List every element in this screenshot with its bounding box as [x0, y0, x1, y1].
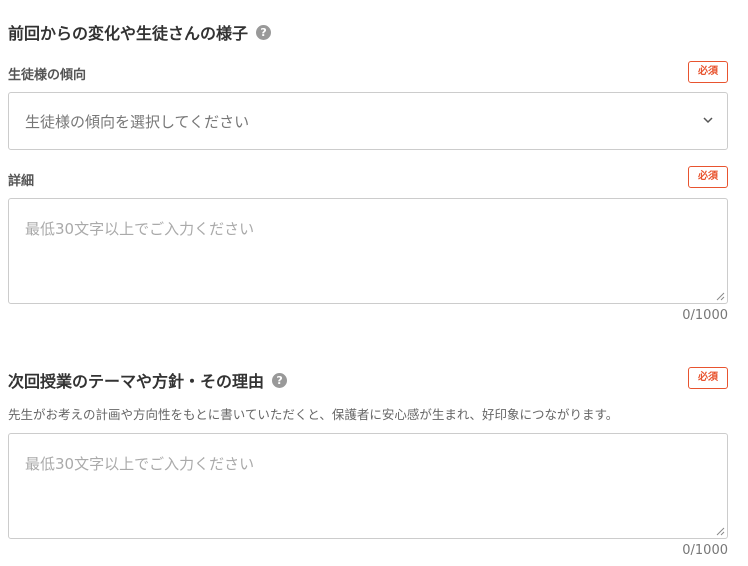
tendency-select[interactable]: 生徒様の傾向を選択してください [8, 92, 728, 150]
next-lesson-textarea[interactable]: 最低30文字以上でご入力ください [8, 433, 728, 539]
details-label: 詳細 [8, 174, 35, 189]
required-badge: 必須 [688, 61, 728, 83]
tendency-select-value: 生徒様の傾向を選択してください [25, 113, 250, 131]
section-title-text: 前回からの変化や生徒さんの様子 [8, 24, 249, 43]
details-char-counter: 0/1000 [682, 308, 728, 323]
details-placeholder: 最低30文字以上でご入力ください [25, 220, 255, 238]
required-badge: 必須 [688, 166, 728, 188]
required-badge: 必須 [688, 367, 728, 389]
section-title-next-lesson: 次回授業のテーマや方針・その理由 ? [8, 368, 288, 392]
resize-handle-icon[interactable] [716, 292, 725, 301]
resize-handle-icon[interactable] [716, 527, 725, 536]
next-lesson-hint: 先生がお考えの計画や方向性をもとに書いていただくと、保護者に安心感が生まれ、好印… [8, 407, 619, 422]
tendency-label: 生徒様の傾向 [8, 68, 87, 83]
section-title-text: 次回授業のテーマや方針・その理由 [8, 372, 265, 391]
section-title-changes: 前回からの変化や生徒さんの様子 ? [8, 20, 272, 44]
chevron-down-icon [703, 117, 713, 124]
help-icon[interactable]: ? [272, 372, 288, 388]
details-textarea[interactable]: 最低30文字以上でご入力ください [8, 198, 728, 304]
help-icon[interactable]: ? [256, 24, 272, 40]
next-lesson-char-counter: 0/1000 [682, 543, 728, 558]
next-lesson-placeholder: 最低30文字以上でご入力ください [25, 455, 255, 473]
